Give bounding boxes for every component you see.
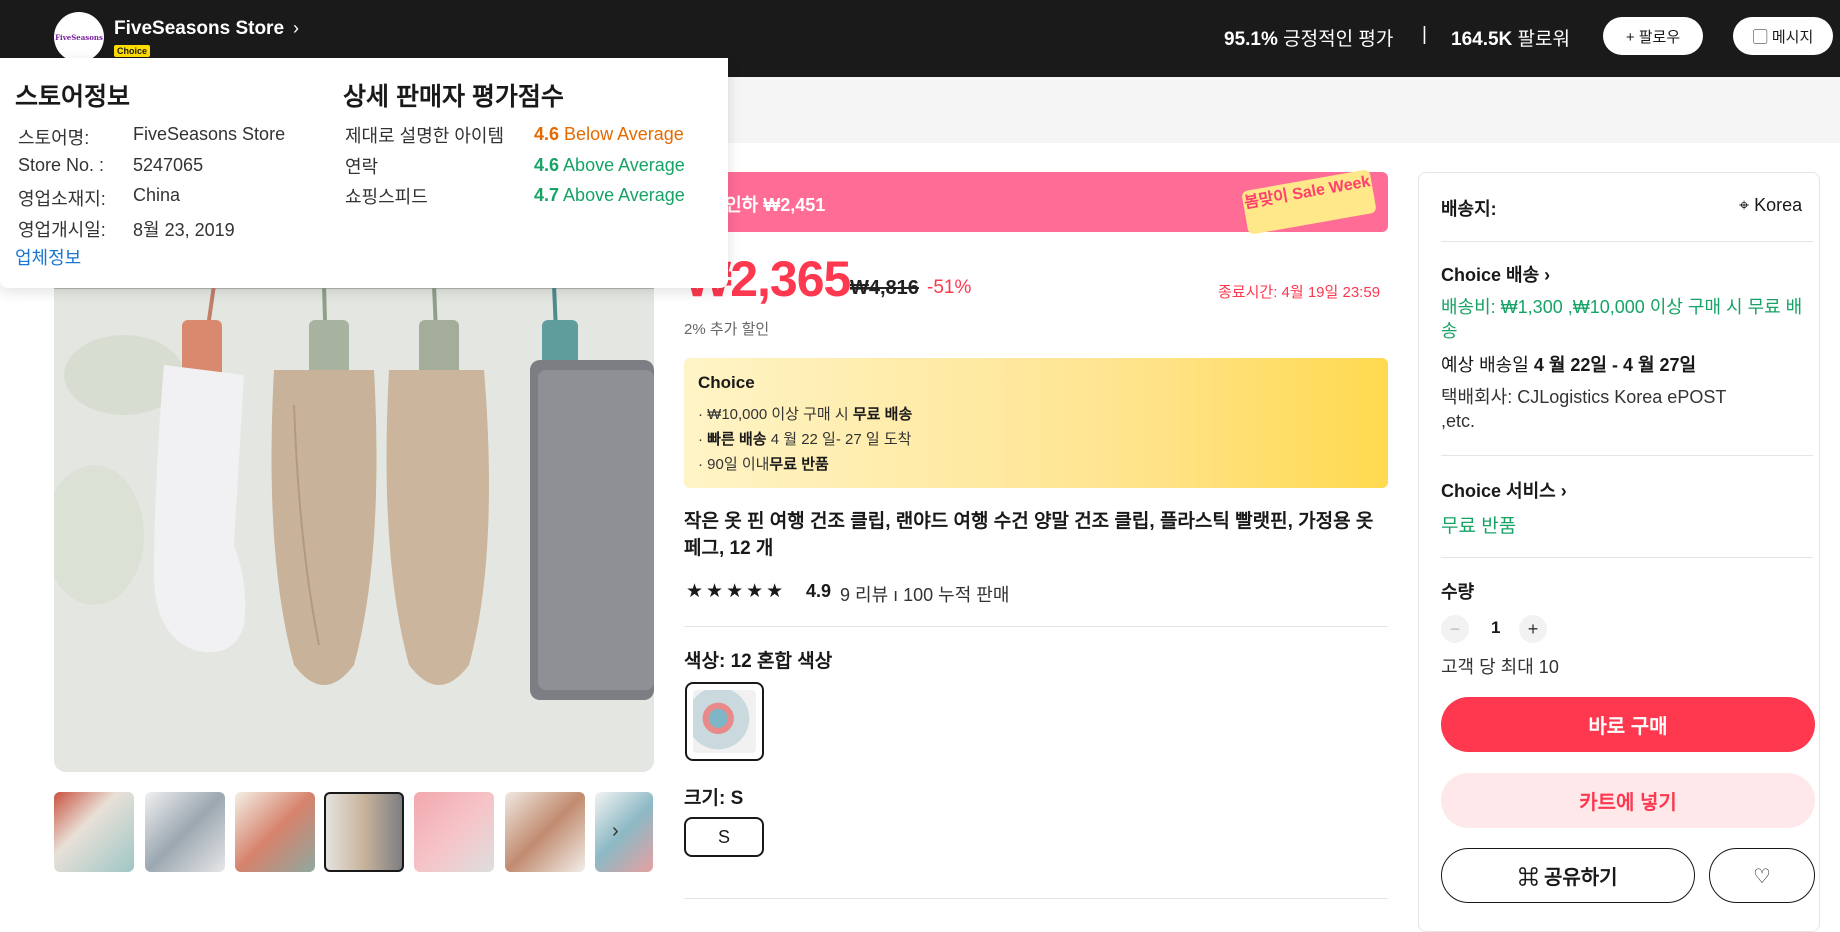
rating-stars-icon: ★★★★★	[686, 581, 787, 602]
swatch-image	[693, 690, 756, 753]
chevron-right-icon[interactable]: ›	[293, 18, 299, 39]
divider	[1441, 557, 1813, 558]
followers-value: 164.5K	[1451, 29, 1513, 50]
store-info-label: 스토어명:	[18, 128, 90, 148]
divider	[1441, 241, 1813, 242]
store-info-value: 8월 23, 2019	[133, 220, 235, 240]
score-label: 제대로 설명한 아이템	[345, 126, 505, 146]
score-label: 쇼핑스피드	[345, 187, 428, 207]
ship-to-selector[interactable]: ⌖ Korea	[1739, 195, 1802, 216]
divider	[684, 898, 1388, 899]
divider	[684, 626, 1388, 627]
store-info-heading: 스토어정보	[15, 83, 131, 111]
courier-info: 택배회사: CJLogistics Korea ePOST ,etc.	[1441, 387, 1726, 431]
free-return-text: 무료 반품	[1441, 516, 1517, 537]
follow-button[interactable]: + 팔로우	[1603, 17, 1703, 55]
share-button[interactable]: ⌘ 공유하기	[1441, 848, 1695, 903]
product-photo	[54, 285, 654, 772]
quantity-label: 수량	[1441, 582, 1475, 602]
product-thumbnail[interactable]	[145, 792, 225, 872]
estimated-delivery-label: 예상 배송일	[1441, 355, 1534, 375]
positive-feedback-stat: 95.1% 긍정적인 평가	[1224, 24, 1393, 51]
sale-end-time: 종료시간: 4월 19일 23:59	[1218, 284, 1381, 301]
choice-benefits-box: Choice · ₩10,000 이상 구매 시 무료 배송 · 빠른 배송 4…	[684, 358, 1388, 488]
estimated-delivery: 예상 배송일 4 월 22일 - 4 월 27일	[1441, 351, 1696, 377]
shipping-fee: 배송비: ₩1,300 ,₩10,000 이상 구매 시 무료 배송	[1441, 297, 1803, 341]
business-info-link[interactable]: 업체정보	[15, 244, 81, 270]
seller-score-heading: 상세 판매자 평가점수	[343, 83, 564, 111]
product-thumbnail[interactable]	[54, 792, 134, 872]
discount-percent: -51%	[927, 277, 972, 298]
store-info-label: 영업개시일:	[18, 220, 106, 240]
store-info-value: 5247065	[133, 155, 204, 175]
choice-benefit-item: · ₩10,000 이상 구매 시 무료 배송	[698, 406, 913, 423]
price-drop-banner: 가격인하 ₩2,451 봄맞이 Sale Week	[684, 169, 1388, 235]
add-to-cart-button[interactable]: 카트에 넣기	[1441, 773, 1815, 828]
wishlist-heart-icon[interactable]: ♡	[1709, 848, 1815, 903]
store-info-popover: 스토어정보 스토어명: FiveSeasons Store Store No. …	[0, 58, 728, 288]
stat-divider: |	[1422, 24, 1427, 45]
product-thumbnail[interactable]	[324, 792, 404, 872]
reviews-link[interactable]: 9 리뷰 ı 100 누적 판매	[840, 581, 1009, 607]
store-logo[interactable]: FiveSeasons	[54, 12, 104, 62]
extra-discount: 2% 추가 할인	[684, 321, 770, 338]
product-thumbnail[interactable]	[414, 792, 494, 872]
quantity-decrease-button[interactable]: −	[1441, 615, 1469, 643]
choice-title: Choice	[698, 373, 755, 392]
color-option-swatch[interactable]	[685, 682, 764, 761]
color-label: 색상: 12 혼합 색상	[684, 651, 833, 672]
choice-service-link[interactable]: Choice 서비스 ›	[1441, 477, 1567, 503]
followers-stat: 164.5K 팔로워	[1451, 24, 1570, 51]
choice-delivery-link[interactable]: Choice 배송 ›	[1441, 261, 1550, 287]
purchase-panel: 배송지: ⌖ Korea Choice 배송 › 배송비: ₩1,300 ,₩1…	[1418, 172, 1820, 932]
size-option-button[interactable]: S	[684, 817, 764, 857]
product-title: 작은 옷 핀 여행 건조 클립, 랜야드 여행 수건 양말 건조 클립, 플라스…	[684, 511, 1374, 559]
store-info-label: 영업소재지:	[18, 189, 106, 209]
product-thumbnail[interactable]	[235, 792, 315, 872]
quantity-increase-button[interactable]: +	[1519, 615, 1547, 643]
estimated-delivery-value: 4 월 22일 - 4 월 27일	[1533, 355, 1697, 375]
store-info-label: Store No. :	[18, 155, 105, 175]
quantity-value[interactable]: 1	[1491, 618, 1500, 638]
score-value: 4.6 Above Average	[534, 155, 685, 175]
sale-week-tag: 봄맞이 Sale Week	[1241, 169, 1377, 235]
size-label: 크기: S	[684, 788, 744, 809]
positive-rate-value: 95.1%	[1224, 29, 1278, 50]
product-thumbnail[interactable]	[595, 792, 653, 872]
score-value: 4.7 Above Average	[534, 185, 685, 205]
followers-label: 팔로워	[1512, 29, 1571, 50]
choice-benefit-item: · 90일 이내무료 반품	[698, 456, 829, 473]
chevron-right-icon[interactable]: ›	[612, 820, 619, 843]
original-price: ₩4,816	[850, 277, 919, 299]
product-main-image[interactable]	[54, 285, 654, 772]
divider	[1441, 455, 1813, 456]
rating-value: 4.9	[806, 581, 832, 601]
store-info-value: FiveSeasons Store	[133, 124, 286, 144]
ship-to-label: 배송지:	[1441, 199, 1497, 219]
score-label: 연락	[345, 157, 379, 177]
store-name-link[interactable]: FiveSeasons Store	[114, 18, 284, 40]
score-value: 4.6 Below Average	[534, 124, 684, 144]
positive-rate-label: 긍정적인 평가	[1277, 29, 1394, 50]
buy-now-button[interactable]: 바로 구매	[1441, 697, 1815, 752]
store-info-value: China	[133, 185, 181, 205]
message-button[interactable]: ▢ 메시지	[1733, 17, 1833, 55]
choice-badge: Choice	[114, 45, 151, 57]
product-thumbnail[interactable]	[505, 792, 585, 872]
choice-benefit-item: · 빠른 배송 4 월 22 일- 27 일 도착	[698, 431, 912, 448]
max-per-customer: 고객 당 최대 10	[1441, 657, 1559, 677]
